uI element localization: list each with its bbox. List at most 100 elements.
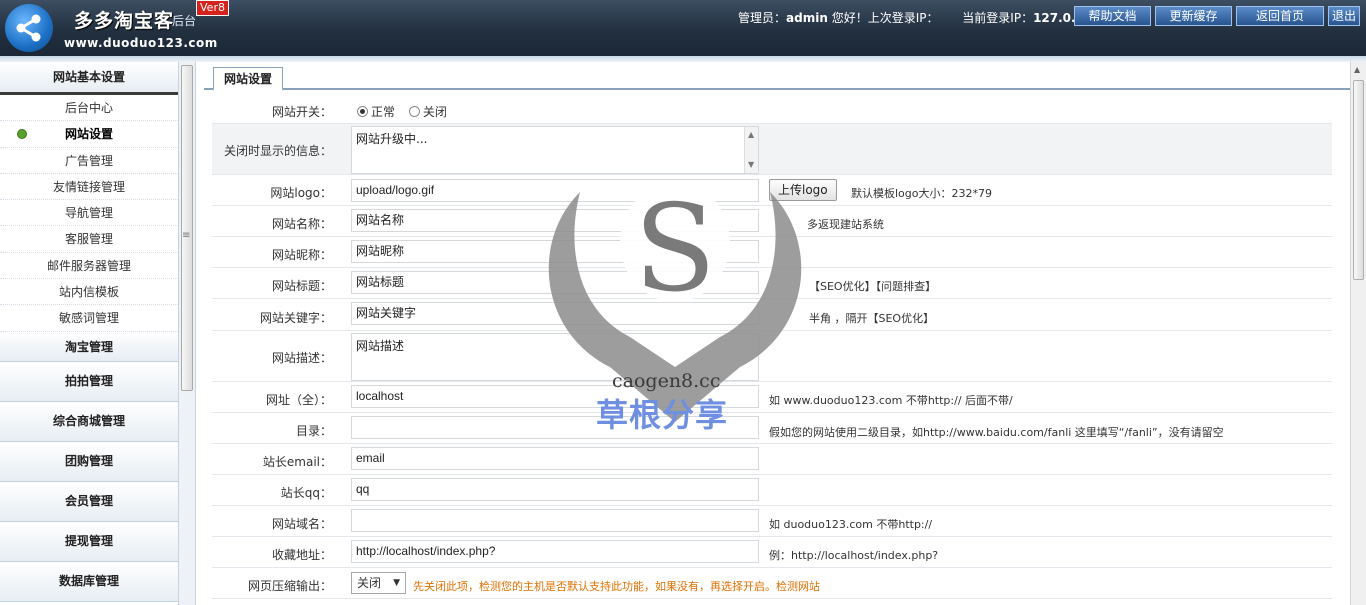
update-cache-button[interactable]: 更新缓存 xyxy=(1155,6,1232,26)
favorite-url-note: 例：http://localhost/index.php? xyxy=(769,549,939,562)
sidebar-section-site-basic[interactable]: 网站基本设置 xyxy=(0,62,178,95)
help-docs-button[interactable]: 帮助文档 xyxy=(1074,6,1151,26)
sidebar-item-label: 后台中心 xyxy=(64,101,113,115)
site-nickname-input[interactable]: 网站昵称 xyxy=(351,240,759,263)
app-subtitle: 后台 xyxy=(172,14,197,28)
directory-note: 假如您的网站使用二级目录，如http://www.baidu.com/fanli… xyxy=(769,426,1224,439)
upload-logo-button[interactable]: 上传logo xyxy=(769,179,837,201)
label-site-domain: 网站域名： xyxy=(271,517,332,531)
admin-name: admin xyxy=(786,11,828,25)
site-keywords-input[interactable]: 网站关键字 xyxy=(351,302,759,325)
sidebar-item-label: 友情链接管理 xyxy=(52,179,125,194)
row-site-domain: 网站域名： 如 duoduo123.com 不带http:// xyxy=(212,506,1332,537)
label-site-switch: 网站开关： xyxy=(271,105,332,119)
admin-email-input[interactable]: email xyxy=(351,447,759,470)
sidebar-section-group-buy[interactable]: 团购管理 xyxy=(0,441,178,482)
textarea-scrollbar[interactable]: ▲ ▼ xyxy=(744,127,758,173)
main-scrollbar[interactable]: ▲ xyxy=(1350,62,1366,605)
app-title: 多多淘宝客 xyxy=(74,10,175,32)
row-site-nickname: 网站昵称： 网站昵称 xyxy=(212,237,1332,268)
sidebar-section-members[interactable]: 会员管理 xyxy=(0,481,178,522)
site-title-input[interactable]: 网站标题 xyxy=(351,271,759,294)
sidebar-item-ads[interactable]: 广告管理 xyxy=(0,148,178,174)
radio-normal[interactable]: 正常 xyxy=(357,105,395,119)
tab-bar: 网站设置 xyxy=(204,62,1350,91)
sidebar-section-withdraw[interactable]: 提现管理 xyxy=(0,521,178,562)
label-closed-message: 关闭时显示的信息： xyxy=(223,144,332,158)
sidebar-item-site-settings[interactable]: 网站设置 xyxy=(0,121,178,148)
active-bullet-icon xyxy=(17,129,27,140)
admin-suffix: 您好！上次登录IP： xyxy=(827,11,939,25)
sidebar-item-message-template[interactable]: 站内信模板 xyxy=(0,279,178,306)
label-gzip-output: 网页压缩输出： xyxy=(247,579,332,593)
site-description-textarea[interactable]: 网站描述 xyxy=(351,333,759,381)
gzip-note: 先关闭此项，检测您的主机是否默认支持此功能，如果没有，再选择开启。检测网站 xyxy=(413,580,820,593)
site-title-note: 【SEO优化】【问题排查】 xyxy=(809,280,937,293)
site-domain-input[interactable] xyxy=(351,509,759,532)
label-site-keywords: 网站关键字： xyxy=(259,311,332,325)
header-buttons: 帮助文档 更新缓存 返回首页 退出 xyxy=(1074,6,1360,26)
sidebar-section-taobao[interactable]: 淘宝管理 xyxy=(0,331,178,362)
sidebar-section-paipai[interactable]: 拍拍管理 xyxy=(0,361,178,402)
sidebar-item-navigation[interactable]: 导航管理 xyxy=(0,200,178,227)
favorite-url-input[interactable]: http://localhost/index.php? xyxy=(351,540,759,563)
admin-prefix: 管理员： xyxy=(738,11,787,25)
row-closed-message: 关闭时显示的信息： 网站升级中... ▲ ▼ xyxy=(212,124,1332,175)
site-url-note: 如 www.duoduo123.com 不带http:// 后面不带/ xyxy=(769,394,1013,407)
scroll-down-icon: ▼ xyxy=(748,160,755,169)
closed-message-textarea[interactable]: 网站升级中... ▲ ▼ xyxy=(351,126,759,174)
sidebar-item-customer-service[interactable]: 客服管理 xyxy=(0,226,178,253)
label-logo: 网站logo： xyxy=(270,186,332,200)
row-site-switch: 网站开关： 正常 关闭 xyxy=(212,96,1332,124)
logout-button[interactable]: 退出 xyxy=(1328,6,1360,26)
site-description-value: 网站描述 xyxy=(356,339,405,353)
scroll-up-icon: ▲ xyxy=(748,130,755,139)
admin-qq-input[interactable]: qq xyxy=(351,478,759,501)
main-scroll-thumb[interactable] xyxy=(1353,80,1364,280)
site-name-input[interactable]: 网站名称 xyxy=(351,209,759,232)
sidebar-section-mall[interactable]: 综合商城管理 xyxy=(0,401,178,442)
app-header: 多多淘宝客 后台 Ver8 www.duoduo123.com 管理员：admi… xyxy=(0,0,1366,56)
sidebar: 网站基本设置 后台中心 网站设置 广告管理 友情链接管理 导航管理 客服管理 邮… xyxy=(0,62,179,605)
scroll-up-icon[interactable]: ▲ xyxy=(1354,65,1360,74)
site-url-input[interactable]: localhost xyxy=(351,385,759,408)
label-admin-qq: 站长qq： xyxy=(280,486,332,500)
sidebar-item-friend-links[interactable]: 友情链接管理 xyxy=(0,174,178,201)
sidebar-item-label: 导航管理 xyxy=(64,206,113,221)
sidebar-scrollbar[interactable]: ≡ xyxy=(179,62,196,605)
logo-input[interactable]: upload/logo.gif xyxy=(351,179,759,202)
logo-note: 默认模板logo大小：232*79 xyxy=(851,187,992,200)
sidebar-scroll-thumb[interactable] xyxy=(181,65,193,391)
sidebar-item-label: 站内信模板 xyxy=(58,285,119,300)
sidebar-item-label: 邮件服务器管理 xyxy=(46,258,131,273)
closed-message-value: 网站升级中... xyxy=(356,132,428,146)
sidebar-section-database[interactable]: 数据库管理 xyxy=(0,561,178,602)
sidebar-item-mail-server[interactable]: 邮件服务器管理 xyxy=(0,253,178,280)
sidebar-item-admin-center[interactable]: 后台中心 xyxy=(0,95,178,122)
radio-closed[interactable]: 关闭 xyxy=(408,105,447,119)
site-keywords-note: 半角 ，隔开【SEO优化】 xyxy=(809,312,935,325)
radio-selected-icon xyxy=(357,106,368,117)
row-site-name: 网站名称： 网站名称 多返现建站系统 xyxy=(212,206,1332,237)
chevron-down-icon: ▼ xyxy=(393,578,400,588)
row-favorite-url: 收藏地址： http://localhost/index.php? 例：http… xyxy=(212,537,1332,568)
sidebar-item-label: 敏感词管理 xyxy=(58,311,119,326)
gzip-select-value: 关闭 xyxy=(357,576,382,590)
sidebar-item-label: 客服管理 xyxy=(64,232,113,247)
back-home-button[interactable]: 返回首页 xyxy=(1236,6,1324,26)
label-site-title: 网站标题： xyxy=(271,279,332,293)
site-switch-radios: 正常 关闭 xyxy=(357,103,447,120)
sidebar-item-sensitive-words[interactable]: 敏感词管理 xyxy=(0,305,178,332)
tab-site-settings[interactable]: 网站设置 xyxy=(213,67,284,91)
radio-normal-label: 正常 xyxy=(371,105,396,119)
version-badge: Ver8 xyxy=(196,0,229,16)
scroll-grip-icon: ≡ xyxy=(182,230,191,241)
label-site-url: 网址（全）： xyxy=(265,393,332,407)
gzip-select[interactable]: 关闭 ▼ xyxy=(351,572,406,594)
login-info: 管理员：admin 您好！上次登录IP： 当前登录IP：127.0.0.1 xyxy=(738,9,1097,26)
directory-input[interactable] xyxy=(351,416,759,439)
radio-closed-label: 关闭 xyxy=(422,105,447,119)
row-logo: 网站logo： upload/logo.gif 上传logo 默认模板logo大… xyxy=(212,175,1332,206)
label-directory: 目录： xyxy=(295,424,332,438)
row-gzip-output: 网页压缩输出： 关闭 ▼ 先关闭此项，检测您的主机是否默认支持此功能，如果没有，再… xyxy=(212,568,1332,599)
